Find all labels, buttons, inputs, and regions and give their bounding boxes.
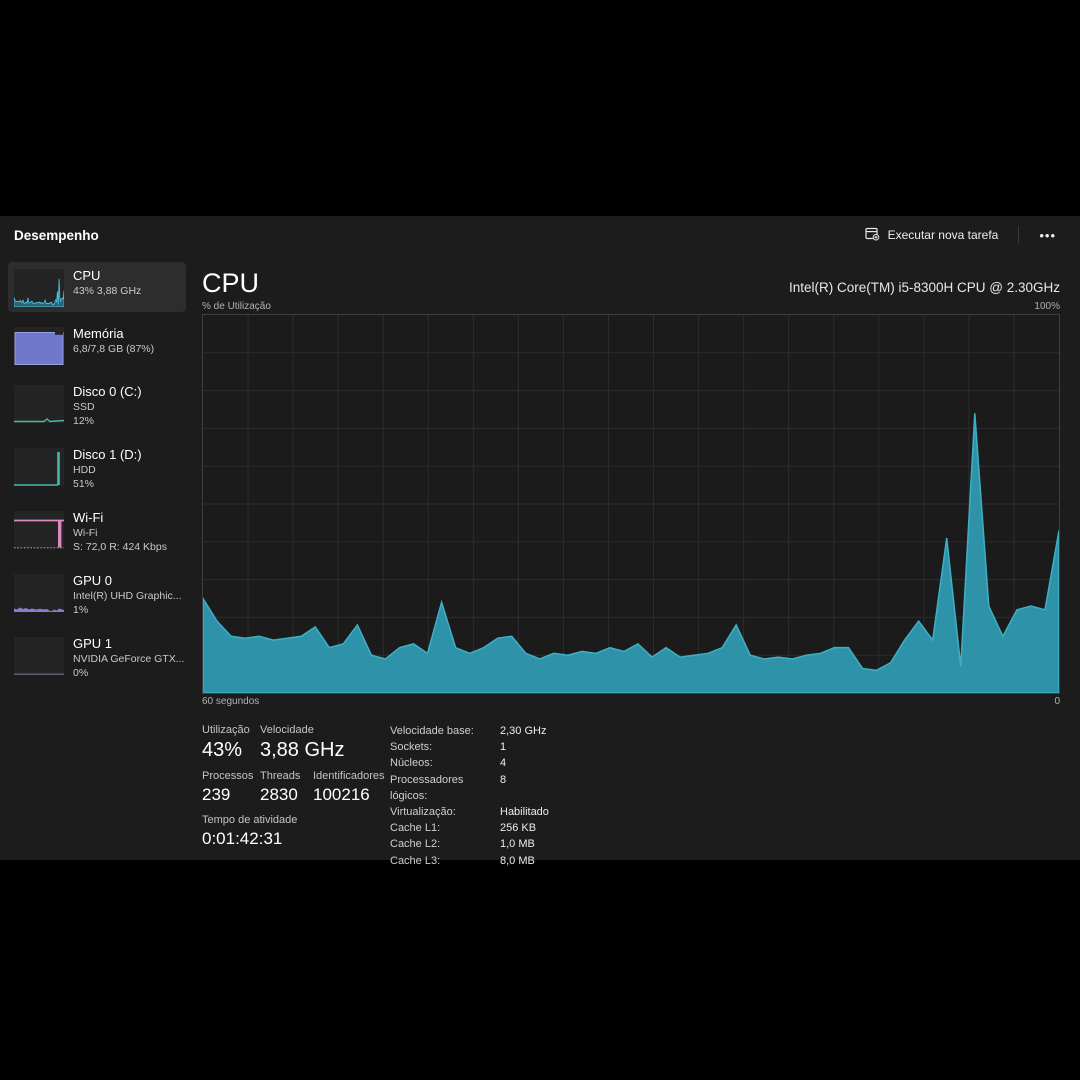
detail-row: Cache L3:8,0 MB: [390, 853, 549, 869]
more-options-button[interactable]: •••: [1029, 224, 1066, 247]
sidebar-item-disk1[interactable]: Disco 1 (D:) HDD 51%: [8, 441, 186, 496]
uptime-value: 0:01:42:31: [202, 828, 297, 850]
handles-label: Identificadores: [313, 769, 385, 784]
sidebar-cpu-title: CPU: [73, 267, 141, 284]
cpu-static-details: Velocidade base:2,30 GHz Sockets:1 Núcle…: [390, 723, 549, 869]
new-task-icon: [865, 227, 880, 244]
header: Desempenho Executar nova tarefa •••: [0, 216, 1080, 254]
utilization-value: 43%: [202, 738, 260, 762]
performance-sidebar: CPU 43% 3,88 GHz Memória 6,8/7,8 GB (87%…: [0, 254, 192, 860]
x-left-label: 60 segundos: [202, 696, 259, 707]
x-right-label: 0: [1054, 696, 1060, 707]
sidebar-gpu0-title: GPU 0: [73, 572, 180, 589]
sidebar-memory-title: Memória: [73, 325, 154, 342]
sidebar-cpu-stats: 43% 3,88 GHz: [73, 284, 141, 298]
sidebar-disk1-title: Disco 1 (D:): [73, 446, 142, 463]
speed-value: 3,88 GHz: [260, 738, 344, 762]
threads-value: 2830: [260, 784, 313, 806]
sidebar-item-gpu0[interactable]: GPU 0 Intel(R) UHD Graphic... 1%: [8, 567, 186, 622]
y-max-label: 100%: [1034, 301, 1060, 312]
speed-label: Velocidade: [260, 723, 344, 738]
cpu-thumbnail-chart: [14, 269, 64, 307]
gpu1-thumbnail-chart: [14, 637, 64, 675]
cpu-panel-title: CPU: [202, 268, 259, 298]
gpu0-thumbnail-chart: [14, 574, 64, 612]
sidebar-disk0-title: Disco 0 (C:): [73, 383, 142, 400]
processes-value: 239: [202, 784, 260, 806]
detail-row: Processadores lógicos:8: [390, 772, 549, 804]
detail-row: Velocidade base:2,30 GHz: [390, 723, 549, 739]
handles-value: 100216: [313, 784, 385, 806]
memory-thumbnail-chart: [14, 327, 64, 365]
sidebar-gpu1-title: GPU 1: [73, 635, 180, 652]
task-manager-window: Desempenho Executar nova tarefa •••: [0, 216, 1080, 860]
sidebar-memory-stats: 6,8/7,8 GB (87%): [73, 342, 154, 356]
run-new-task-button[interactable]: Executar nova tarefa: [855, 222, 1009, 249]
sidebar-item-gpu1[interactable]: GPU 1 NVIDIA GeForce GTX... 0%: [8, 630, 186, 685]
sidebar-item-cpu[interactable]: CPU 43% 3,88 GHz: [8, 262, 186, 312]
processes-label: Processos: [202, 769, 260, 784]
disk0-thumbnail-chart: [14, 385, 64, 423]
detail-row: Virtualização:Habilitado: [390, 804, 549, 820]
cpu-detail-panel: CPU Intel(R) Core(TM) i5-8300H CPU @ 2.3…: [192, 254, 1080, 860]
uptime-label: Tempo de atividade: [202, 813, 297, 828]
cpu-area-series: [203, 413, 1059, 693]
threads-label: Threads: [260, 769, 313, 784]
cpu-model-name: Intel(R) Core(TM) i5-8300H CPU @ 2.30GHz: [789, 280, 1060, 298]
run-new-task-label: Executar nova tarefa: [888, 228, 999, 242]
page-title: Desempenho: [14, 228, 99, 243]
cpu-utilization-chart[interactable]: [202, 314, 1060, 694]
disk1-thumbnail-chart: [14, 448, 64, 486]
detail-row: Cache L2:1,0 MB: [390, 836, 549, 852]
sidebar-wifi-title: Wi-Fi: [73, 509, 167, 526]
detail-row: Núcleos:4: [390, 755, 549, 771]
detail-row: Cache L1:256 KB: [390, 820, 549, 836]
cpu-dynamic-stats: Utilização 43% Velocidade 3,88 GHz Proce…: [202, 723, 390, 869]
wifi-thumbnail-chart: [14, 511, 64, 549]
sidebar-item-wifi[interactable]: Wi-Fi Wi-Fi S: 72,0 R: 424 Kbps: [8, 504, 186, 559]
utilization-label: Utilização: [202, 723, 260, 738]
y-axis-label: % de Utilização: [202, 301, 271, 312]
detail-row: Sockets:1: [390, 739, 549, 755]
sidebar-item-memory[interactable]: Memória 6,8/7,8 GB (87%): [8, 320, 186, 370]
header-divider: [1018, 226, 1019, 244]
sidebar-item-disk0[interactable]: Disco 0 (C:) SSD 12%: [8, 378, 186, 433]
